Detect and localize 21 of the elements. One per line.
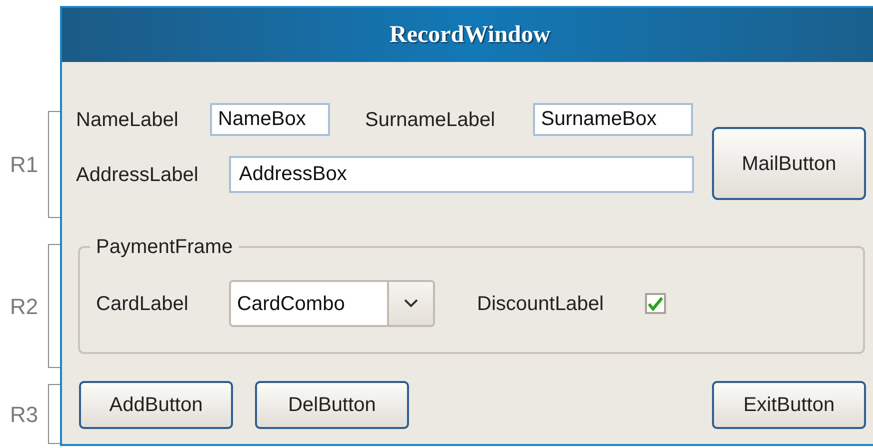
input-field[interactable]: AddressBox [229, 156, 694, 193]
discount-checkbox[interactable] [645, 293, 666, 314]
card-combo[interactable]: CardCombo [229, 280, 435, 327]
region-label: R3 [9, 400, 40, 428]
action-button[interactable]: DelButton [255, 381, 409, 429]
action-button[interactable]: ExitButton [712, 381, 866, 429]
input-field[interactable]: NameBox [210, 103, 330, 136]
field-label: AddressLabel [76, 162, 200, 188]
window-title: RecordWindow [390, 21, 550, 50]
checkbox-label: DiscountLabel [477, 292, 605, 316]
chevron-down-icon [404, 299, 418, 308]
field-label: SurnameLabel [365, 108, 496, 132]
check-icon [648, 296, 663, 310]
mail-button[interactable]: MailButton [712, 127, 866, 200]
frame-title: PaymentFrame [95, 235, 234, 260]
region-label: R2 [9, 292, 40, 320]
field-label: CardLabel [96, 292, 190, 316]
field-label: NameLabel [76, 108, 180, 132]
region-label: R1 [9, 151, 40, 179]
action-button[interactable]: AddButton [79, 381, 233, 429]
input-field[interactable]: SurnameBox [533, 103, 693, 136]
